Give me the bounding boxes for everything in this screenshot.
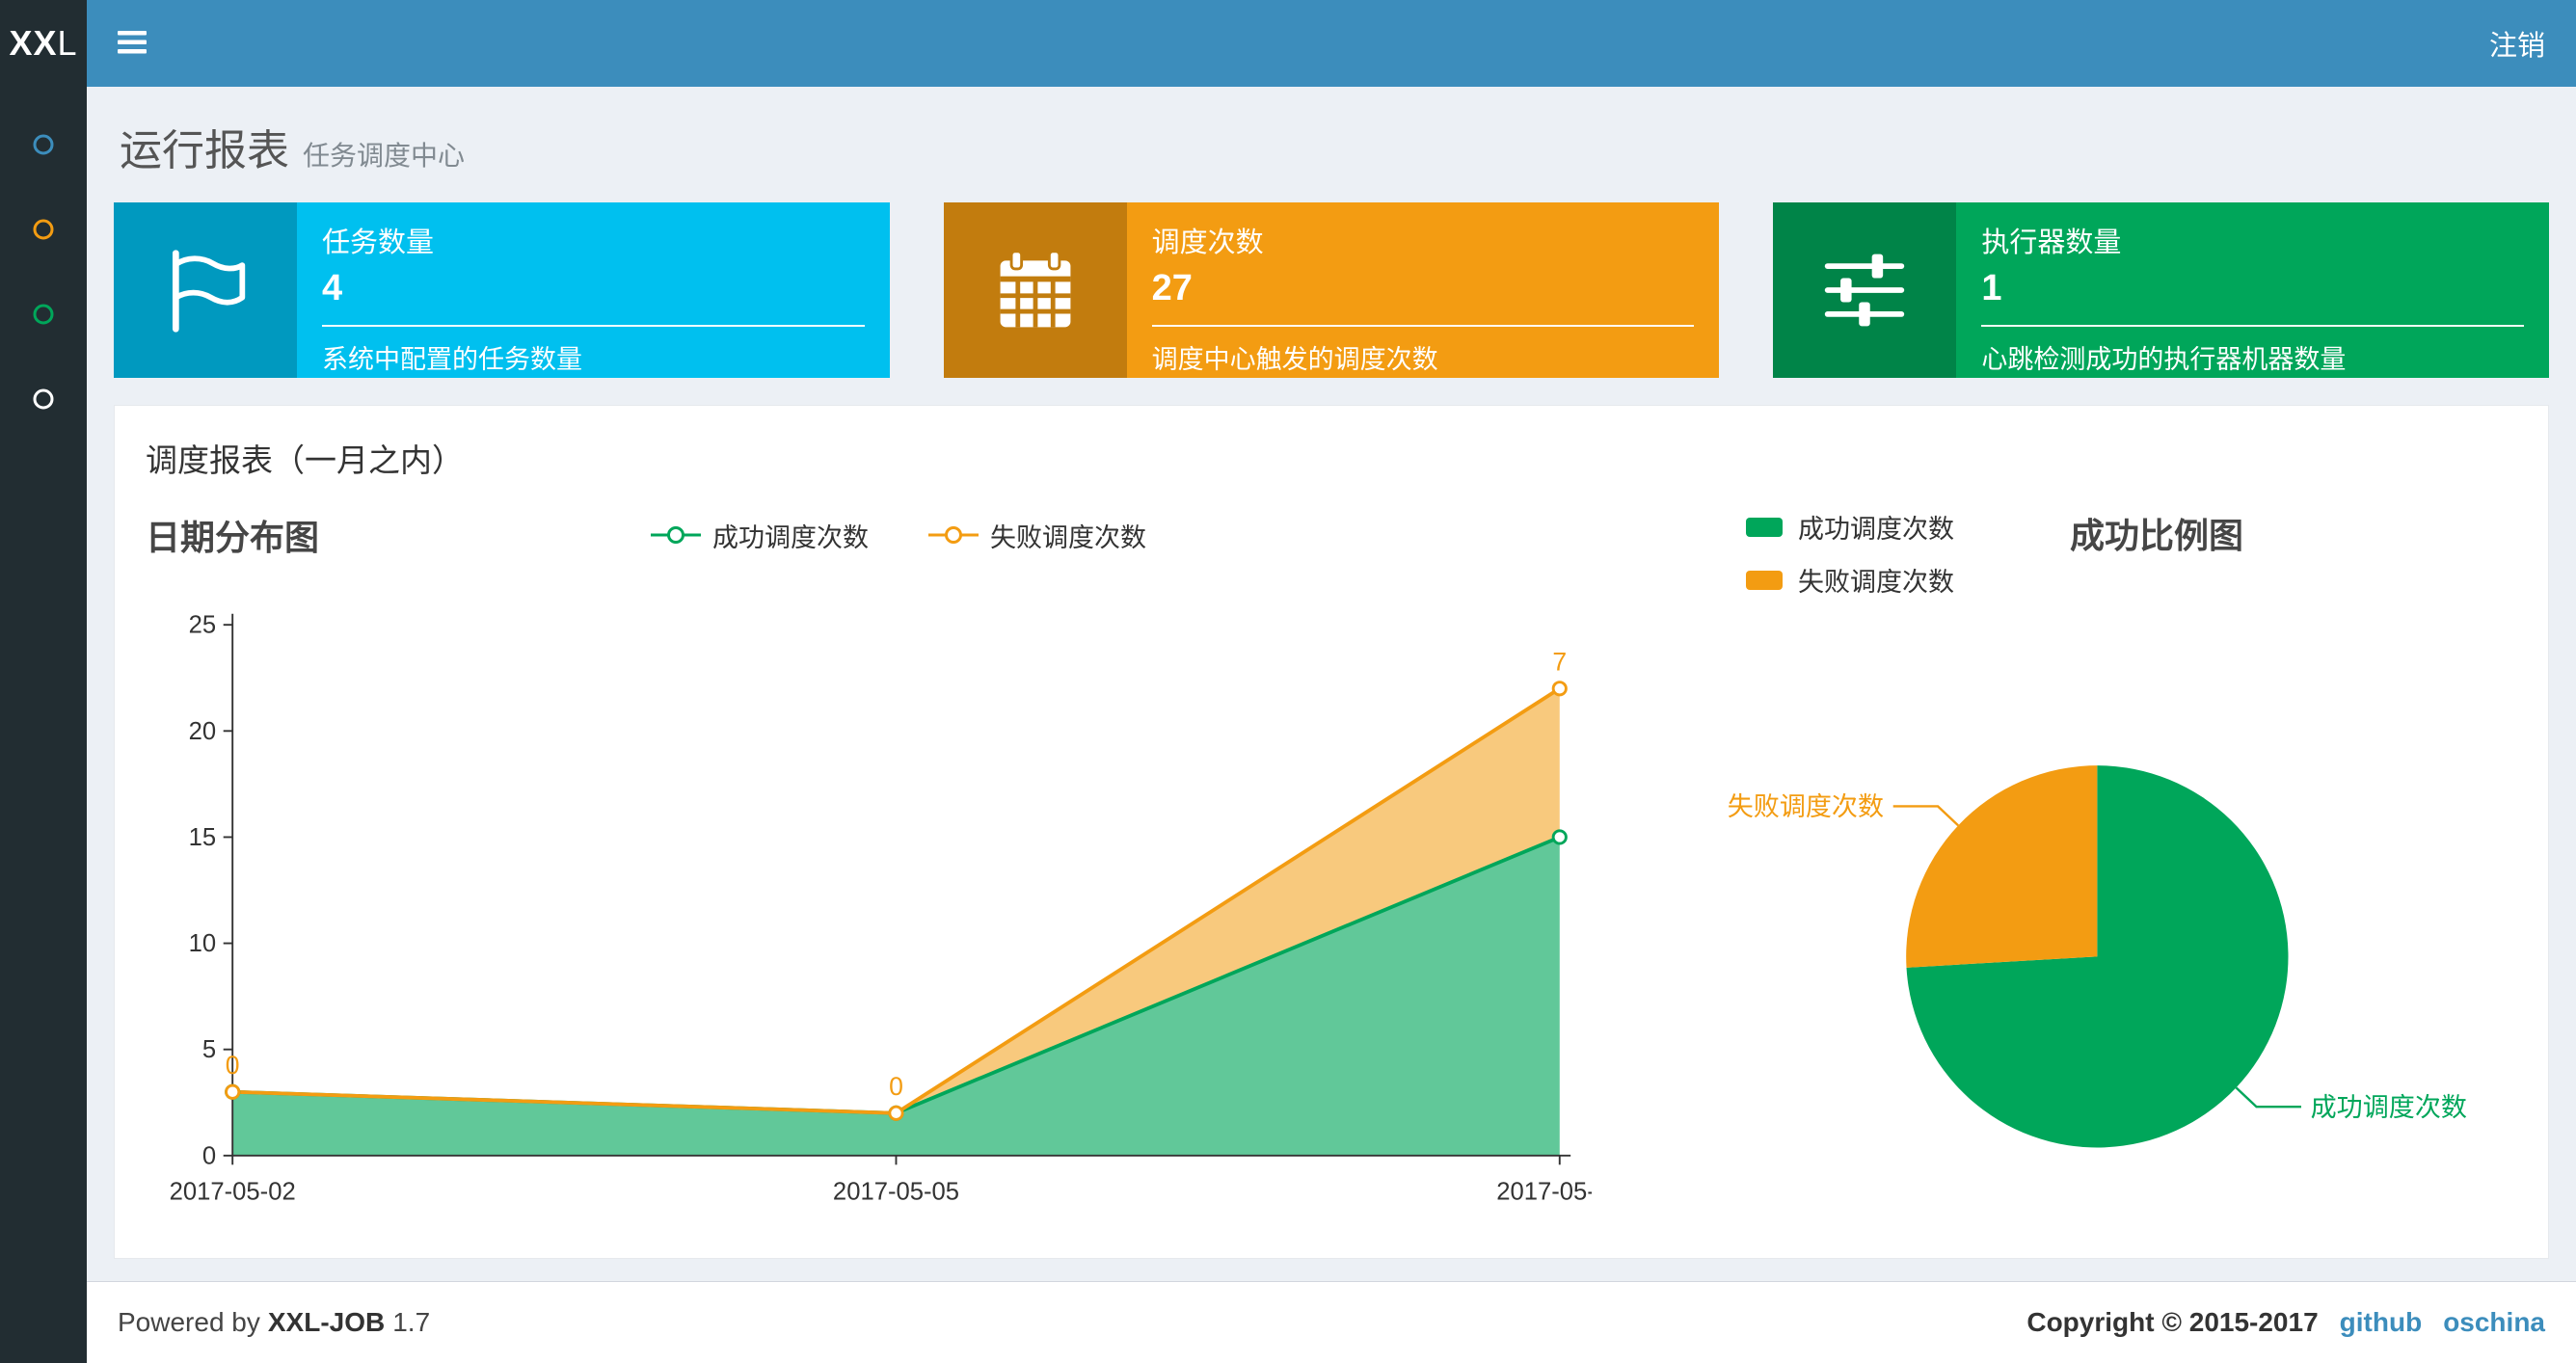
info-box-content: 调度次数 27 调度中心触发的调度次数: [1127, 202, 1720, 378]
svg-text:15: 15: [189, 824, 217, 851]
footer-right: Copyright © 2015-2017 github oschina: [2026, 1307, 2545, 1338]
svg-text:0: 0: [889, 1072, 903, 1101]
sidebar-item-2[interactable]: [32, 218, 55, 241]
sidebar-item-4[interactable]: [32, 388, 55, 411]
legend-label: 成功调度次数: [1798, 515, 1954, 544]
info-box-title: 任务数量: [322, 227, 435, 258]
svg-text:2017-05-05: 2017-05-05: [833, 1178, 959, 1205]
sidebar-toggle-button[interactable]: [118, 28, 150, 60]
svg-text:0: 0: [202, 1142, 216, 1169]
legend-swatch-icon: [1746, 517, 1783, 537]
navbar-content: 注销: [87, 0, 2576, 87]
info-box-content: 执行器数量 1 心跳检测成功的执行器机器数量: [1956, 202, 2549, 378]
info-box-description: 系统中配置的任务数量: [322, 345, 582, 374]
svg-text:7: 7: [1552, 647, 1567, 676]
legend-item-fail[interactable]: 失败调度次数: [1746, 561, 1954, 599]
logo-text-light: L: [57, 23, 78, 63]
github-link[interactable]: github: [2340, 1307, 2423, 1338]
page-footer: Powered by XXL-JOB 1.7 Copyright © 2015-20…: [87, 1281, 2576, 1363]
success-ratio-chart-section: 成功调度次数 失败调度次数 成功比例图 成功调度次数 失败调度次数: [1650, 508, 2517, 1229]
calendar-icon: [1000, 250, 1071, 328]
info-box-value: 4: [322, 268, 343, 308]
line-marker-icon: [928, 526, 979, 544]
info-box-title: 执行器数量: [1981, 227, 2122, 258]
page-header: 运行报表 任务调度中心: [114, 106, 2549, 202]
sidebar: [0, 87, 87, 1363]
powered-by-text: Powered by: [118, 1307, 260, 1337]
legend-swatch-icon: [1746, 570, 1783, 590]
legend-label: 成功调度次数: [712, 522, 869, 552]
circle-outline-icon: [33, 388, 54, 410]
top-navbar: XX L 注销: [0, 0, 2576, 87]
info-box-content: 任务数量 4 系统中配置的任务数量: [297, 202, 890, 378]
pie-chart-title: 成功比例图: [2070, 516, 2244, 555]
sliders-icon: [1825, 254, 1905, 327]
svg-text:20: 20: [189, 718, 217, 745]
divider: [322, 325, 865, 327]
svg-text:失败调度次数: 失败调度次数: [1728, 792, 1884, 821]
divider: [1981, 325, 2525, 327]
hamburger-icon: [118, 30, 147, 53]
legend-label: 失败调度次数: [1798, 568, 1954, 597]
info-box-executors: 执行器数量 1 心跳检测成功的执行器机器数量: [1773, 202, 2550, 378]
line-chart-legend: 成功调度次数 失败调度次数: [146, 517, 1650, 554]
flag-icon: [172, 250, 246, 333]
info-box-jobs: 任务数量 4 系统中配置的任务数量: [114, 202, 890, 378]
svg-text:2017-05-02: 2017-05-02: [170, 1178, 296, 1205]
page-subtitle: 任务调度中心: [303, 141, 466, 171]
product-version: 1.7: [392, 1307, 431, 1337]
panel-title: 调度报表（一月之内）: [146, 442, 464, 478]
page-title: 运行报表: [120, 127, 289, 174]
info-box-icon-area: [1773, 202, 1957, 378]
info-box-icon-area: [114, 202, 297, 378]
content-area: 运行报表 任务调度中心 任务数量 4 系统中配置的任务数量 调度次数 27 调度…: [87, 87, 2576, 1363]
info-box-description: 调度中心触发的调度次数: [1151, 345, 1438, 374]
legend-item-success[interactable]: 成功调度次数: [649, 517, 869, 554]
info-box-value: 1: [1981, 268, 2002, 308]
svg-text:10: 10: [189, 930, 217, 957]
line-marker-icon: [651, 526, 701, 544]
date-distribution-chart: 05101520252017-05-022017-05-052017-05-08…: [170, 612, 1592, 1206]
divider: [1151, 325, 1695, 327]
legend-label: 失败调度次数: [990, 522, 1146, 552]
date-distribution-chart-section: 日期分布图 成功调度次数 失败调度次数 0 5 10 15 20 25 2017…: [146, 508, 1650, 1229]
svg-text:25: 25: [189, 612, 217, 639]
circle-outline-icon: [33, 134, 54, 155]
info-box-title: 调度次数: [1151, 227, 1264, 258]
svg-text:成功调度次数: 成功调度次数: [2311, 1093, 2467, 1122]
sidebar-item-1[interactable]: [32, 133, 55, 156]
circle-outline-icon: [33, 219, 54, 240]
legend-item-success[interactable]: 成功调度次数: [1746, 508, 1954, 546]
powered-by: Powered by XXL-JOB 1.7: [118, 1307, 430, 1338]
logo[interactable]: XX L: [0, 0, 87, 87]
report-panel: 调度报表（一月之内） 日期分布图 成功调度次数 失败调度次数 0 5 10 15…: [114, 405, 2549, 1259]
pie-chart-legend: 成功调度次数 失败调度次数: [1746, 508, 1954, 599]
svg-text:2017-05-08: 2017-05-08: [1496, 1178, 1592, 1205]
info-box-triggers: 调度次数 27 调度中心触发的调度次数: [943, 202, 1720, 378]
logo-text-bold: XX: [9, 23, 58, 63]
logout-link[interactable]: 注销: [2489, 23, 2545, 64]
svg-text:5: 5: [202, 1036, 216, 1063]
info-box-description: 心跳检测成功的执行器机器数量: [1981, 345, 2347, 374]
success-ratio-pie-chart: 成功调度次数 失败调度次数: [1728, 765, 2467, 1148]
legend-item-fail[interactable]: 失败调度次数: [926, 517, 1146, 554]
info-box-row: 任务数量 4 系统中配置的任务数量 调度次数 27 调度中心触发的调度次数 执行…: [114, 202, 2550, 378]
info-box-value: 27: [1151, 268, 1193, 308]
circle-outline-icon: [33, 304, 54, 325]
svg-text:0: 0: [226, 1051, 240, 1080]
oschina-link[interactable]: oschina: [2443, 1307, 2545, 1338]
product-name: XXL-JOB: [267, 1307, 386, 1337]
info-box-icon-area: [943, 202, 1127, 378]
copyright-text: Copyright © 2015-2017: [2026, 1307, 2319, 1337]
sidebar-item-3[interactable]: [32, 303, 55, 326]
